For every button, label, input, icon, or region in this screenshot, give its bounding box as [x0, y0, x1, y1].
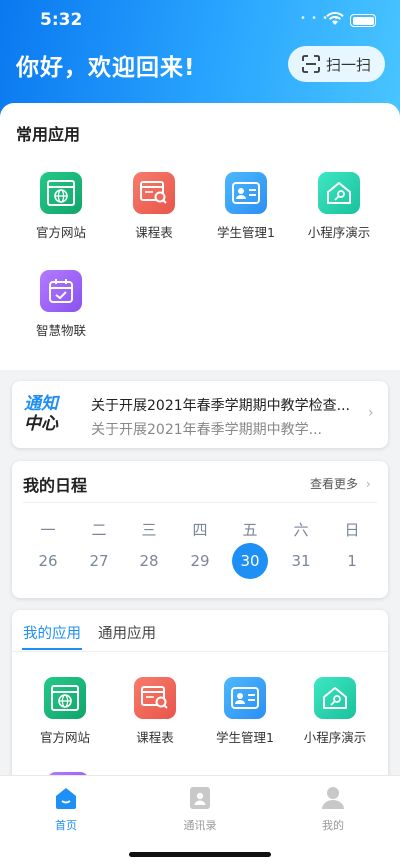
- tab-label: 首页: [55, 819, 77, 832]
- weekday-label: 三: [141, 521, 157, 539]
- notice-center-logo: 通知 中心: [24, 394, 58, 434]
- view-more-link[interactable]: 查看更多 ›: [310, 475, 371, 492]
- globe-window-icon: [44, 677, 86, 719]
- battery-icon: [350, 14, 376, 27]
- id-card-icon: [225, 172, 267, 214]
- tab-my-apps[interactable]: 我的应用: [23, 622, 81, 643]
- common-apps-title: 常用应用: [16, 125, 81, 144]
- notice-title: 关于开展2021年春季学期期中教学检查...: [91, 398, 350, 414]
- weekday-label: 四: [192, 521, 208, 539]
- scan-icon: [302, 55, 320, 73]
- app-label: 学生管理1: [216, 730, 274, 745]
- tab-label: 我的: [322, 819, 344, 832]
- app-course-schedule[interactable]: 课程表: [109, 172, 199, 241]
- app-label: 官方网站: [35, 225, 86, 240]
- greeting-title: 你好，欢迎回来!: [16, 55, 196, 81]
- app-label: 课程表: [136, 730, 174, 745]
- profile-icon: [322, 787, 344, 809]
- contacts-icon: [190, 787, 210, 809]
- scan-label: 扫一扫: [325, 55, 371, 74]
- day-cell[interactable]: 28: [132, 552, 166, 570]
- app-label: 小程序演示: [303, 730, 367, 745]
- status-bar: 5:32 • • • •: [0, 10, 400, 34]
- weekday-label: 六: [293, 521, 309, 539]
- notice-subtitle: 关于开展2021年春季学期期中教学...: [91, 422, 322, 438]
- active-tab-indicator: [22, 648, 82, 650]
- app-mini-program-demo[interactable]: 小程序演示: [290, 677, 380, 746]
- home-icon: [56, 788, 76, 809]
- schedule-title: 我的日程: [23, 476, 88, 495]
- calendar-check-icon: [40, 270, 82, 312]
- chevron-right-icon: ›: [365, 477, 371, 491]
- tab-label: 通讯录: [183, 819, 217, 832]
- tab-contacts[interactable]: 通讯录: [160, 786, 240, 833]
- app-label: 小程序演示: [307, 225, 371, 240]
- tab-home[interactable]: 首页: [26, 786, 106, 833]
- house-key-icon: [314, 677, 356, 719]
- app-official-website[interactable]: 官方网站: [16, 172, 106, 241]
- day-cell[interactable]: 27: [82, 552, 116, 570]
- weekday-label: 二: [91, 521, 107, 539]
- schedule-search-icon: [133, 172, 175, 214]
- day-cell[interactable]: 31: [284, 552, 318, 570]
- app-official-website[interactable]: 官方网站: [20, 677, 110, 746]
- app-label: 课程表: [135, 225, 173, 240]
- chevron-right-icon: ›: [368, 405, 374, 421]
- divider: [23, 502, 377, 503]
- home-indicator: [129, 852, 271, 857]
- id-card-icon: [224, 677, 266, 719]
- app-label: 智慧物联: [35, 323, 86, 338]
- divider: [12, 651, 388, 652]
- app-label: 官方网站: [39, 730, 90, 745]
- weekday-label: 一: [40, 521, 56, 539]
- house-key-icon: [318, 172, 360, 214]
- app-label: 学生管理1: [217, 225, 275, 240]
- weekday-label: 日: [344, 521, 360, 539]
- tab-common-apps[interactable]: 通用应用: [98, 622, 156, 643]
- schedule-search-icon: [134, 677, 176, 719]
- common-apps-card: 常用应用 官方网站 课程表 学生管理1 小程序演示 智慧物联: [0, 103, 400, 370]
- globe-window-icon: [40, 172, 82, 214]
- app-course-schedule[interactable]: 课程表: [110, 677, 200, 746]
- day-cell-selected[interactable]: 30: [232, 543, 268, 579]
- scan-button[interactable]: 扫一扫: [288, 46, 385, 82]
- status-time: 5:32: [40, 10, 83, 30]
- day-cell[interactable]: 1: [335, 552, 369, 570]
- app-smart-iot[interactable]: 智慧物联: [16, 270, 106, 339]
- app-student-management[interactable]: 学生管理1: [201, 172, 291, 241]
- app-student-management[interactable]: 学生管理1: [200, 677, 290, 746]
- day-cell[interactable]: 26: [31, 552, 65, 570]
- schedule-card: 我的日程 查看更多 › 一 二 三 四 五 六 日 26 27 28 29 30…: [12, 461, 388, 598]
- tab-mine[interactable]: 我的: [293, 786, 373, 833]
- my-apps-card: 我的应用 通用应用 官方网站 课程表 学生管理1 小程序演示: [12, 610, 388, 785]
- app-mini-program-demo[interactable]: 小程序演示: [294, 172, 384, 241]
- day-cell[interactable]: 29: [183, 552, 217, 570]
- wifi-icon: [326, 12, 344, 25]
- weekday-label: 五: [242, 521, 258, 539]
- notice-card[interactable]: 通知 中心 关于开展2021年春季学期期中教学检查... 关于开展2021年春季…: [12, 381, 388, 448]
